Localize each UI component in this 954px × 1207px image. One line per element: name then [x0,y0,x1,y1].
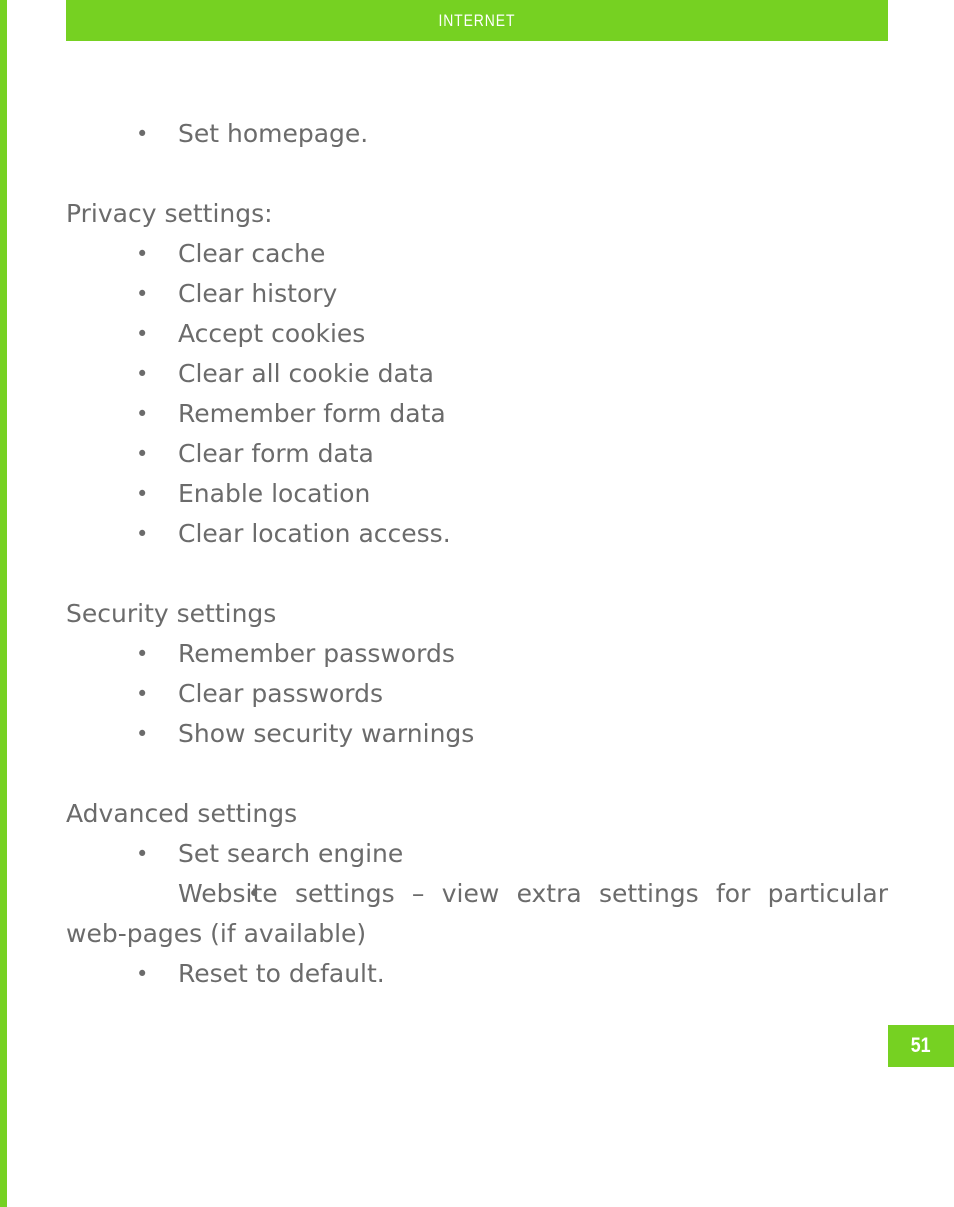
list-item: Remember form data [66,394,888,434]
privacy-settings-list: Clear cache Clear history Accept cookies… [66,234,888,554]
list-item-label: Clear form data [178,439,374,468]
intro-bullet-list: Set homepage. [66,114,888,154]
list-item-label: Set search engine [178,839,404,868]
list-item: Clear history [66,274,888,314]
section-heading-privacy: Privacy settings: [66,199,273,228]
list-item: Enable location [66,474,888,514]
list-item: Clear location access. [66,514,888,554]
section-heading-security: Security settings [66,599,277,628]
list-item-label: Enable location [178,479,371,508]
page-edge-accent-stripe [0,0,7,1207]
advanced-settings-list: Set search engine Website settings – vie… [66,834,888,994]
list-item: Clear cache [66,234,888,274]
list-item: Clear all cookie data [66,354,888,394]
page-number: 51 [911,1034,931,1057]
list-item: Website settings – view extra settings f… [66,874,888,954]
list-item: Set search engine [66,834,888,874]
list-item-label: Set homepage. [178,119,369,148]
security-settings-list: Remember passwords Clear passwords Show … [66,634,888,754]
page-content: Set homepage. Privacy settings: Clear ca… [66,41,888,994]
list-item-label: Clear cache [178,239,326,268]
list-item-label: Clear history [178,279,338,308]
list-item: Clear form data [66,434,888,474]
list-item: Remember passwords [66,634,888,674]
running-head-title: INTERNET [438,10,516,30]
page-number-badge: 51 [888,1025,954,1067]
list-item-label: Reset to default. [178,959,385,988]
list-item-label: Remember form data [178,399,446,428]
list-item-label: Clear passwords [178,679,384,708]
list-item: Reset to default. [66,954,888,994]
list-item: Clear passwords [66,674,888,714]
list-item: Set homepage. [66,114,888,154]
list-item: Show security warnings [66,714,888,754]
list-item-label: Show security warnings [178,719,475,748]
list-item-label: Remember passwords [178,639,455,668]
running-head-bar: INTERNET [66,0,888,41]
list-item-label: Clear location access. [178,519,451,548]
list-item-label: Clear all cookie data [178,359,434,388]
list-item: Accept cookies [66,314,888,354]
list-item-label: Accept cookies [178,319,366,348]
section-heading-advanced: Advanced settings [66,799,298,828]
content-top-spacer [66,41,888,114]
list-item-label: Website settings – view extra settings f… [66,879,888,948]
